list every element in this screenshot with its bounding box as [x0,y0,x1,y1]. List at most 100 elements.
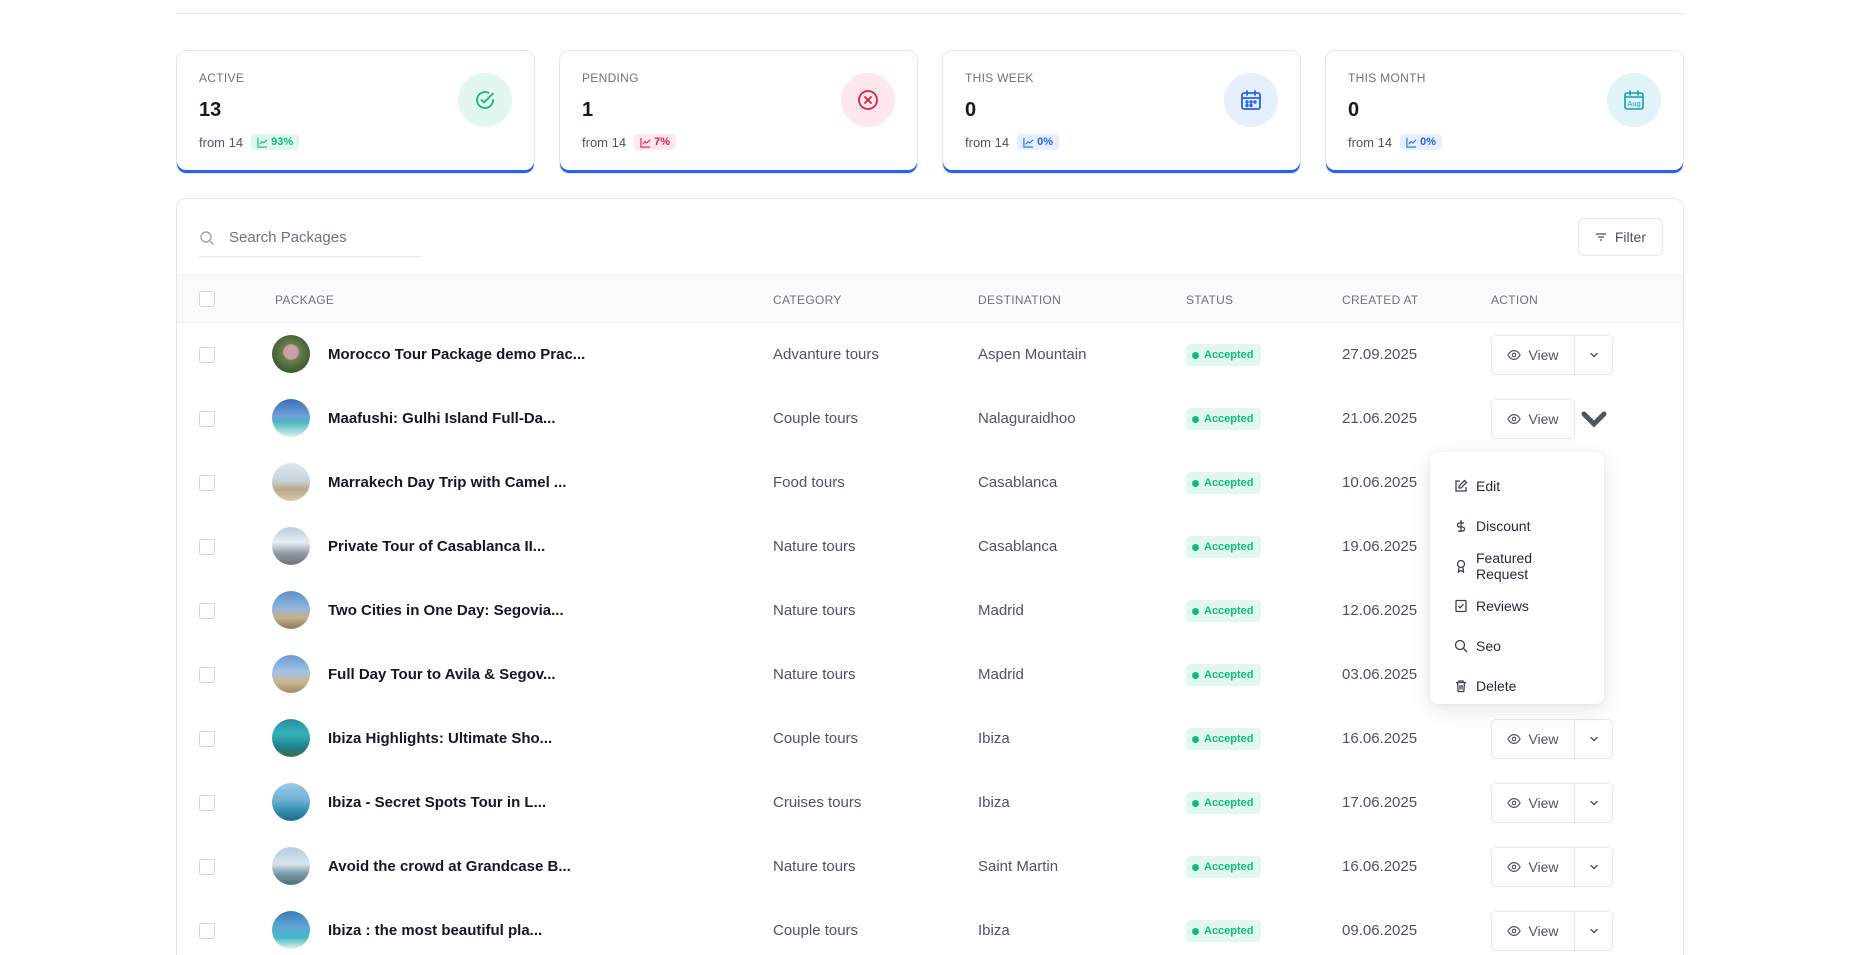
package-created-at: 27.09.2025 [1342,346,1418,363]
more-actions-toggle[interactable] [1575,336,1612,374]
package-name[interactable]: Two Cities in One Day: Segovia... [328,579,564,642]
row-checkbox[interactable] [199,795,215,811]
col-package[interactable]: PACKAGE [275,276,334,324]
stat-from: from 14 [199,134,244,150]
row-checkbox[interactable] [199,923,215,939]
status-badge: Accepted [1186,472,1261,494]
package-created-at: 16.06.2025 [1342,730,1418,747]
row-checkbox[interactable] [199,731,215,747]
row-checkbox[interactable] [199,347,215,363]
package-created-at: 21.06.2025 [1342,410,1418,427]
search-input[interactable] [229,229,409,246]
more-actions-toggle[interactable] [1575,784,1612,822]
row-checkbox[interactable] [199,667,215,683]
chevron-down-icon [1589,928,1598,934]
more-actions-toggle[interactable] [1575,912,1612,950]
package-created-at: 12.06.2025 [1342,602,1418,619]
table-row: Ibiza Highlights: Ultimate Sho... Couple … [177,707,1683,770]
menu-item-discount[interactable]: Discount [1430,506,1604,546]
package-category: Couple tours [773,410,859,427]
table-row: Ibiza : the most beautiful pla... Couple … [177,899,1683,955]
status-badge: Accepted [1186,728,1261,750]
menu-item-reviews[interactable]: Reviews [1430,586,1604,626]
col-category[interactable]: CATEGORY [773,276,842,324]
row-checkbox[interactable] [199,475,215,491]
row-checkbox[interactable] [199,859,215,875]
trend-up-icon [1023,137,1034,148]
package-name[interactable]: Marrakech Day Trip with Camel ... [328,451,566,514]
table-row: Ibiza - Secret Spots Tour in L... Cruises… [177,771,1683,834]
chevron-down-icon [1589,352,1598,358]
row-actions-dropdown: Edit Discount Featured Request Reviews Seo De… [1430,452,1604,704]
search-icon [200,230,214,245]
view-button[interactable]: View [1492,848,1575,886]
status-dot [1192,415,1199,423]
status-badge: Accepted [1186,856,1261,878]
more-actions-toggle[interactable] [1575,848,1612,886]
package-category: Nature tours [773,666,856,683]
col-status[interactable]: STATUS [1186,276,1233,324]
col-created-at[interactable]: CREATED AT [1342,276,1419,324]
trend-badge: 7% [634,134,676,150]
col-destination[interactable]: DESTINATION [978,276,1061,324]
eye-icon [1507,798,1522,808]
menu-item-seo[interactable]: Seo [1430,626,1604,666]
menu-item-edit[interactable]: Edit [1430,466,1604,506]
check-circle-icon [458,73,512,127]
trend-badge: 93% [251,134,300,150]
chevron-down-icon [1581,411,1607,428]
status-badge: Accepted [1186,664,1261,686]
status-dot [1192,735,1199,743]
dollar-icon [1454,519,1468,533]
package-created-at: 09.06.2025 [1342,922,1418,939]
package-thumbnail [272,463,310,501]
row-checkbox[interactable] [199,603,215,619]
package-destination: Aspen Mountain [978,346,1087,363]
chevron-down-icon [1589,864,1598,870]
package-name[interactable]: Ibiza Highlights: Ultimate Sho... [328,707,552,770]
status-dot [1192,607,1199,615]
row-checkbox[interactable] [199,539,215,555]
package-name[interactable]: Morocco Tour Package demo Prac... [328,323,585,386]
eye-icon [1507,926,1522,936]
package-destination: Ibiza [978,922,1010,939]
package-created-at: 10.06.2025 [1342,474,1418,491]
stats-row: ACTIVE 13 from 14 93% PENDING 1 from 14 … [176,50,1684,174]
package-category: Food tours [773,474,845,491]
stat-from: from 14 [582,134,627,150]
package-name[interactable]: Private Tour of Casablanca II... [328,515,545,578]
status-badge: Accepted [1186,408,1261,430]
view-button[interactable]: View [1492,784,1575,822]
package-name[interactable]: Full Day Tour to Avila & Segov... [328,643,556,706]
svg-text:Aug: Aug [1627,99,1640,108]
menu-item-featured-request[interactable]: Featured Request [1430,546,1604,586]
calendar-week-icon [1224,73,1278,127]
package-name[interactable]: Avoid the crowd at Grandcase B... [328,835,571,898]
select-all-checkbox[interactable] [199,291,215,307]
status-badge: Accepted [1186,920,1261,942]
package-name[interactable]: Ibiza - Secret Spots Tour in L... [328,771,546,834]
package-thumbnail [272,399,310,437]
chevron-down-icon [1589,736,1598,742]
view-button[interactable]: View [1492,336,1575,374]
row-actions: View [1491,847,1613,887]
view-button[interactable]: View [1492,720,1575,758]
row-checkbox[interactable] [199,411,215,427]
package-name[interactable]: Ibiza : the most beautiful pla... [328,899,542,955]
more-actions-toggle[interactable] [1574,399,1614,439]
package-created-at: 17.06.2025 [1342,794,1418,811]
stat-card-active: ACTIVE 13 from 14 93% [176,50,535,174]
status-dot [1192,927,1199,935]
menu-item-delete[interactable]: Delete [1430,666,1604,706]
row-actions: View [1491,911,1613,951]
package-category: Advanture tours [773,346,879,363]
package-thumbnail [272,783,310,821]
filter-button[interactable]: Filter [1577,218,1663,256]
package-created-at: 16.06.2025 [1342,858,1418,875]
package-name[interactable]: Maafushi: Gulhi Island Full-Da... [328,387,556,450]
row-actions: View [1491,719,1613,759]
view-button[interactable]: View [1492,400,1575,438]
package-destination: Nalaguraidhoo [978,410,1076,427]
view-button[interactable]: View [1492,912,1575,950]
more-actions-toggle[interactable] [1575,720,1612,758]
